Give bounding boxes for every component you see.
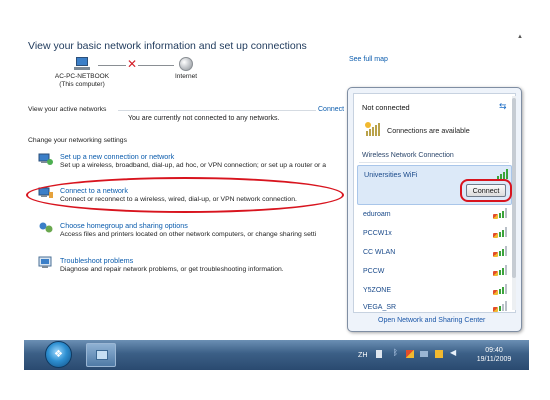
start-button[interactable]: ❖ <box>45 341 72 368</box>
bluetooth-icon[interactable]: ᛒ <box>393 348 401 357</box>
computer-icon <box>73 57 91 71</box>
map-link-line-left <box>98 65 126 66</box>
task-title[interactable]: Set up a new connection or network <box>60 152 174 161</box>
network-item[interactable]: Y5ZONE <box>363 287 391 294</box>
signal-strength-icon <box>493 284 508 295</box>
refresh-icon[interactable]: ⇆ <box>499 101 507 112</box>
scrollbar-thumb[interactable] <box>512 98 516 278</box>
globe-icon <box>179 57 193 71</box>
network-item-selected[interactable]: Universities WiFi Connect <box>357 165 512 205</box>
network-name: PCCW <box>363 268 385 275</box>
language-indicator[interactable]: ZH <box>358 350 368 359</box>
internet-node[interactable]: Internet <box>166 57 206 81</box>
signal-strength-icon <box>493 227 508 238</box>
battery-icon[interactable] <box>420 351 428 357</box>
taskbar-app-button[interactable] <box>86 343 116 367</box>
task-title[interactable]: Choose homegroup and sharing options <box>60 221 188 230</box>
active-networks-label: View your active networks <box>28 106 107 113</box>
wireless-tray-icon[interactable] <box>435 350 443 358</box>
change-settings-label: Change your networking settings <box>28 137 127 144</box>
signal-strength-icon <box>493 301 508 312</box>
page-title: View your basic network information and … <box>28 40 307 52</box>
this-computer-node[interactable]: AC-PC-NETBOOK (This computer) <box>52 57 112 89</box>
task-description: Diagnose and repair network problems, or… <box>60 266 284 273</box>
signal-strength-icon <box>497 169 509 179</box>
computer-sub-label: (This computer) <box>59 81 105 88</box>
see-full-map-link[interactable]: See full map <box>349 56 388 63</box>
wireless-section-header: Wireless Network Connection <box>362 152 454 159</box>
wireless-networks-popup: Not connected ⇆ Connections are availabl… <box>347 87 522 332</box>
signal-strength-icon <box>493 246 508 257</box>
button-highlight-oval <box>460 179 512 202</box>
signal-strength-icon <box>493 208 508 219</box>
network-name: VEGA_SR <box>363 304 397 311</box>
section-divider <box>359 162 509 163</box>
network-item[interactable]: CC WLAN <box>363 249 395 256</box>
computer-name: AC-PC-NETBOOK <box>54 73 110 80</box>
network-item[interactable]: eduroam <box>363 211 391 218</box>
task-title[interactable]: Troubleshoot problems <box>60 256 133 265</box>
popup-scrollbar[interactable] <box>512 96 516 310</box>
task-description: Set up a wireless, broadband, dial-up, a… <box>60 162 326 169</box>
network-name: Universities WiFi <box>364 170 418 179</box>
highlight-oval <box>26 177 344 213</box>
network-name: PCCW1x <box>363 230 392 237</box>
connect-to-link[interactable]: Connect <box>318 106 344 113</box>
windows-logo-icon: ❖ <box>54 349 63 360</box>
open-network-sharing-center-link[interactable]: Open Network and Sharing Center <box>378 317 485 324</box>
task-description: Access files and printers located on oth… <box>60 231 317 238</box>
internet-label: Internet <box>174 73 198 80</box>
clock[interactable]: 09:40 19/11/2009 <box>474 346 514 364</box>
action-center-flag-icon[interactable] <box>406 350 414 358</box>
network-name: CC WLAN <box>363 249 396 256</box>
network-list-panel: Not connected ⇆ Connections are availabl… <box>353 93 516 313</box>
connection-status: Not connected <box>362 103 410 112</box>
disconnected-x-icon[interactable]: ✕ <box>126 58 138 70</box>
signal-available-icon <box>365 122 380 136</box>
section-divider <box>118 110 316 111</box>
network-name: eduroam <box>363 211 391 218</box>
connections-available-text: Connections are available <box>387 126 470 135</box>
clock-time: 09:40 <box>485 347 503 354</box>
network-item[interactable]: PCCW <box>363 268 384 275</box>
volume-icon[interactable]: ◀ <box>450 348 458 357</box>
keyboard-icon[interactable] <box>376 350 382 358</box>
network-item[interactable]: PCCW1x <box>363 230 392 237</box>
signal-strength-icon <box>493 265 508 276</box>
network-item[interactable]: VEGA_SR <box>363 304 396 311</box>
network-window-icon <box>96 350 108 360</box>
scroll-up-arrow-icon[interactable]: ▲ <box>517 34 523 40</box>
not-connected-message: You are currently not connected to any n… <box>128 115 280 122</box>
clock-date: 19/11/2009 <box>476 356 512 363</box>
network-name: Y5ZONE <box>363 287 392 294</box>
